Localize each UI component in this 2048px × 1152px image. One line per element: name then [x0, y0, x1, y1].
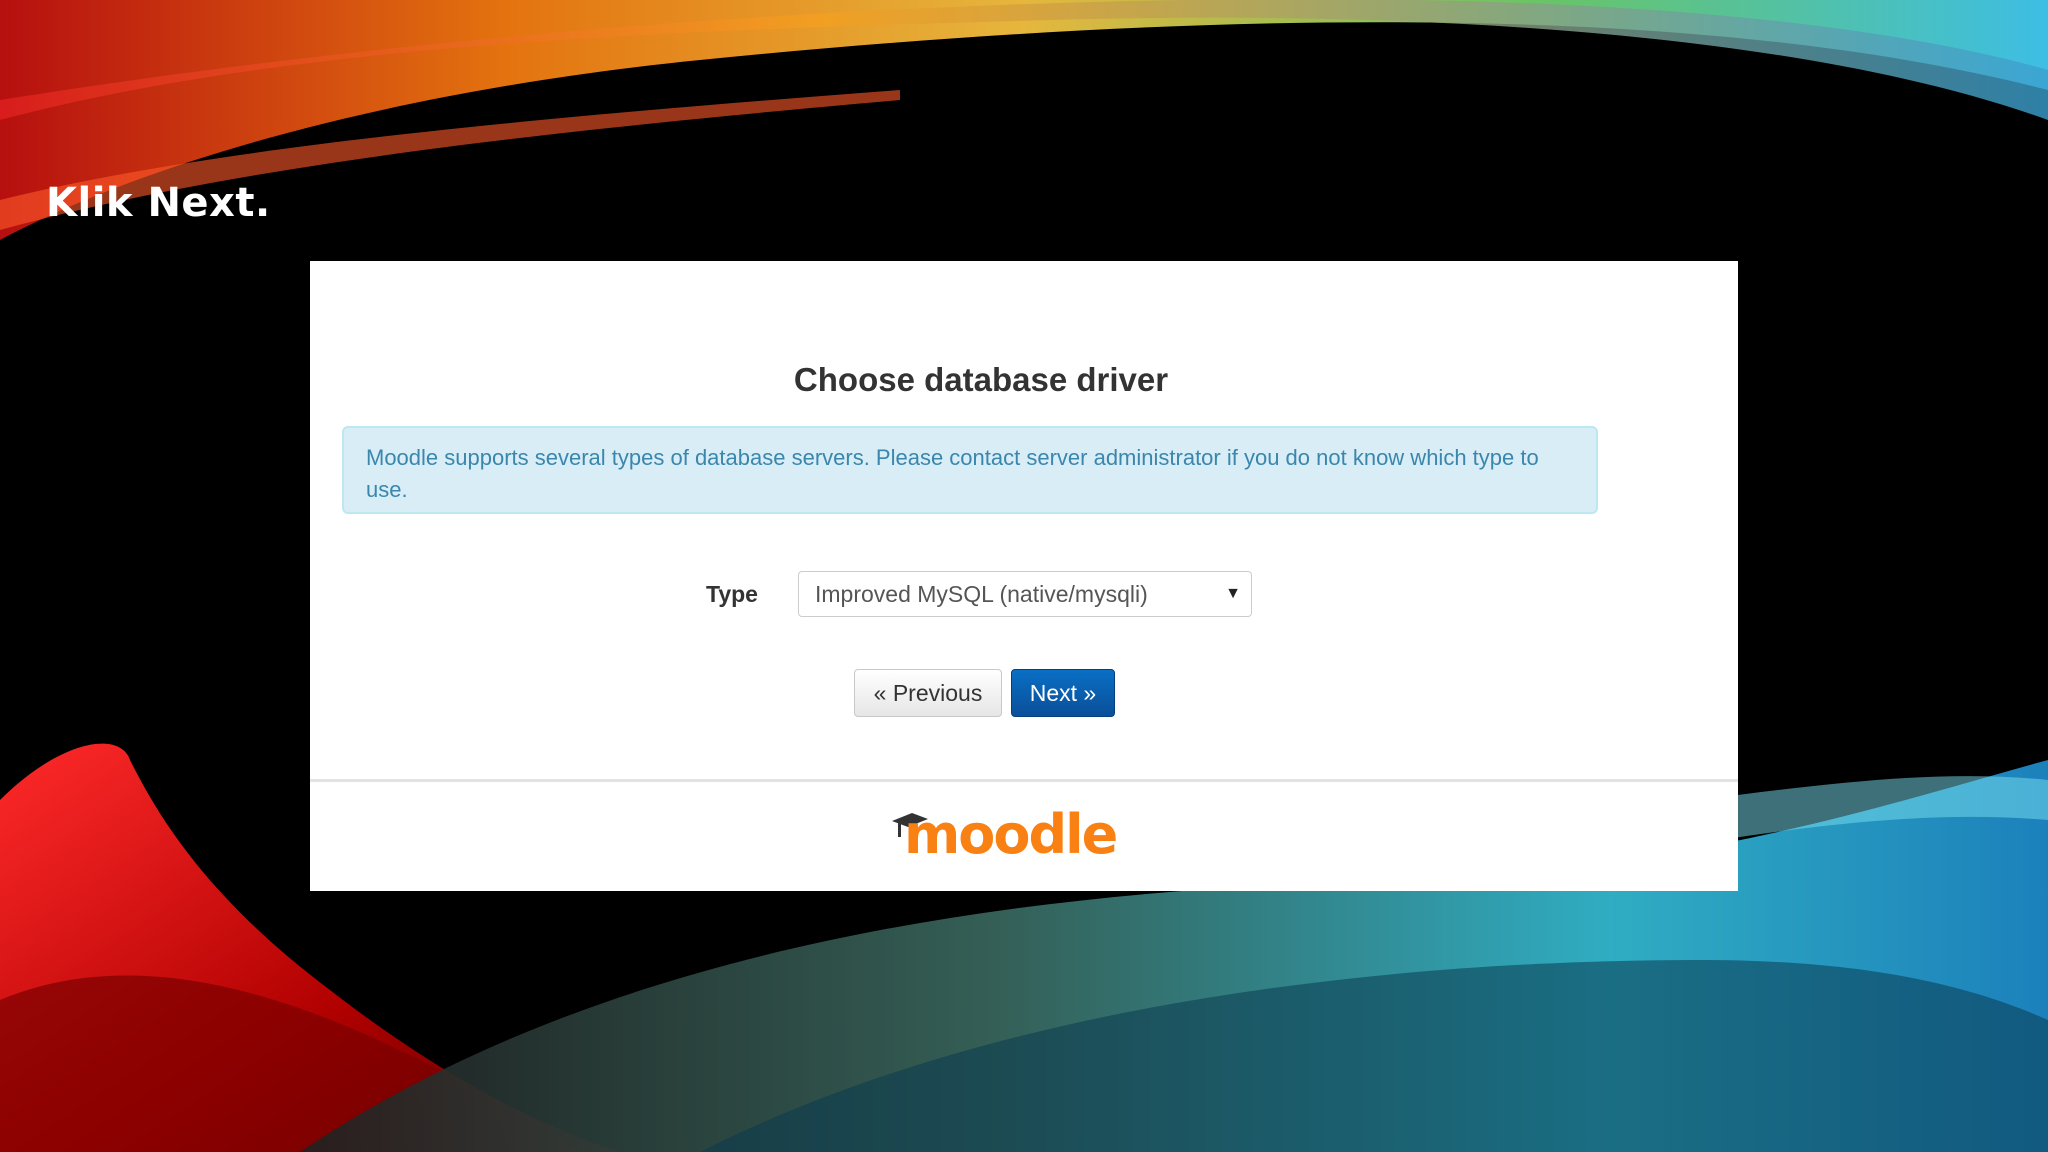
slide-title: Klik Next. — [46, 180, 271, 226]
next-button[interactable]: Next » — [1011, 669, 1115, 717]
page-heading: Choose database driver — [793, 361, 1169, 398]
database-type-select[interactable]: Improved MySQL (native/mysqli) ▼ — [798, 571, 1252, 617]
database-type-selected-value: Improved MySQL (native/mysqli) — [815, 581, 1148, 607]
info-alert-text: Moodle supports several types of databas… — [366, 445, 1539, 502]
dropdown-caret-icon: ▼ — [1225, 585, 1241, 602]
moodle-logo-text: moodle — [904, 803, 1118, 866]
previous-button[interactable]: « Previous — [854, 669, 1002, 717]
moodle-installer-screenshot: Choose database driver Moodle supports s… — [310, 261, 1738, 891]
type-label: Type — [706, 581, 758, 607]
footer-divider — [310, 779, 1738, 782]
info-alert: Moodle supports several types of databas… — [342, 426, 1598, 514]
presentation-slide: Klik Next. Choose database driver Moodle… — [0, 0, 2048, 1152]
